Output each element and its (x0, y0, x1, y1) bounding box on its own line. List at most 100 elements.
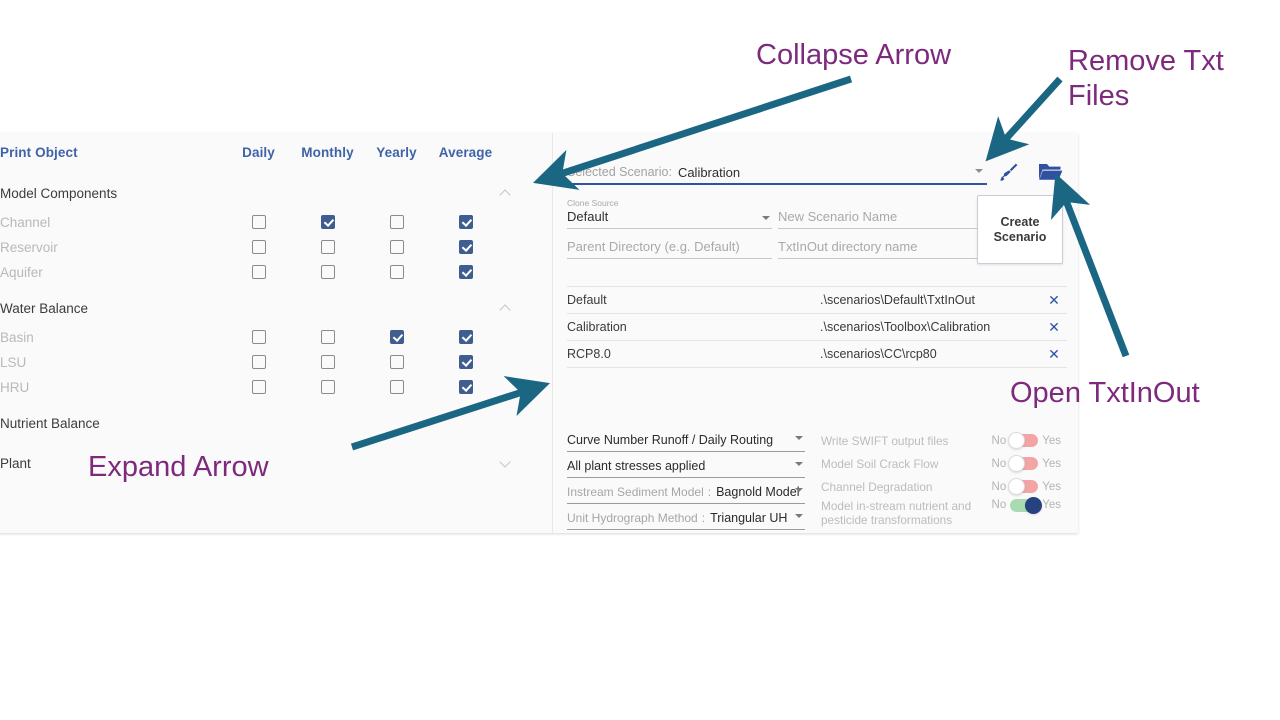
checkbox-aquifer-monthly[interactable] (293, 260, 362, 285)
checkbox-channel-daily[interactable] (224, 210, 293, 235)
close-icon[interactable]: ✕ (1041, 292, 1067, 309)
checkbox-hru-monthly[interactable] (293, 375, 362, 400)
chevron-down-icon (795, 514, 803, 518)
row-label: LSU (0, 355, 27, 370)
selected-scenario-select[interactable]: Selected Scenario: Calibration (567, 161, 987, 185)
toggle-label: Model in-stream nutrient and pesticide t… (821, 499, 972, 527)
checkbox-hru-daily[interactable] (224, 375, 293, 400)
chevron-down-icon (500, 458, 511, 469)
parent-directory-input[interactable]: Parent Directory (e.g. Default) (567, 238, 772, 259)
toggle-row-soil-crack-flow: Model Soil Crack Flow No Yes (821, 453, 1061, 474)
row-label: Basin (0, 330, 34, 345)
unit-hydrograph-method-label: Unit Hydrograph Method (567, 510, 698, 525)
group-label: Water Balance (0, 300, 89, 316)
selected-scenario-value: Calibration (677, 164, 741, 180)
txtinout-directory-wrapper: TxtInOut directory name (778, 238, 979, 259)
table-row: HRU (0, 375, 553, 400)
scenario-path: .\scenarios\CC\rcp80 (820, 347, 937, 361)
group-collapse-toggle-empty (500, 400, 553, 440)
toggle-label: Model Soil Crack Flow (821, 456, 939, 471)
open-txtinout-button[interactable] (1035, 157, 1065, 187)
close-icon[interactable]: ✕ (1041, 319, 1067, 336)
column-header-yearly: Yearly (376, 145, 417, 160)
txtinout-directory-input[interactable]: TxtInOut directory name (778, 238, 979, 259)
checkbox-lsu-monthly[interactable] (293, 350, 362, 375)
toggle-model-soil-crack-flow[interactable] (1008, 454, 1039, 472)
checkbox-basin-average[interactable] (431, 325, 500, 350)
checkbox-hru-average[interactable] (431, 375, 500, 400)
clone-source-label: Clone Source (567, 198, 619, 208)
selected-scenario-label: Selected Scenario: (567, 165, 672, 179)
table-row: LSU (0, 350, 553, 375)
print-object-pane: Print Object Daily Monthly Yearly Averag… (0, 133, 553, 533)
group-collapse-toggle[interactable] (500, 170, 553, 210)
row-label: Channel (0, 215, 51, 230)
model-toggles-block: Write SWIFT output files No Yes Model So… (821, 430, 1061, 531)
toggle-channel-degradation[interactable] (1008, 477, 1039, 495)
remove-txt-files-button[interactable] (994, 157, 1024, 187)
chevron-up-icon (500, 188, 511, 199)
checkbox-basin-daily[interactable] (224, 325, 293, 350)
checkbox-reservoir-average[interactable] (431, 235, 500, 260)
unit-hydrograph-method-select[interactable]: Unit Hydrograph Method : Triangular UH (567, 506, 805, 530)
table-header-row: Print Object Daily Monthly Yearly Averag… (0, 133, 553, 170)
checkbox-channel-average[interactable] (431, 210, 500, 235)
checkbox-lsu-average[interactable] (431, 350, 500, 375)
group-row-water-balance[interactable]: Water Balance (0, 285, 553, 325)
checkbox-aquifer-yearly[interactable] (362, 260, 431, 285)
toggle-no-label: No (991, 434, 1007, 447)
checkbox-reservoir-yearly[interactable] (362, 235, 431, 260)
plant-stress-value: All plant stresses applied (567, 458, 706, 473)
group-row-plant[interactable]: Plant (0, 440, 553, 480)
checkbox-channel-monthly[interactable] (293, 210, 362, 235)
chevron-up-icon (500, 303, 511, 314)
clone-source-select[interactable]: Default (567, 208, 772, 229)
plant-stress-select[interactable]: All plant stresses applied (567, 454, 805, 478)
toggle-no-label: No (991, 480, 1007, 493)
list-item[interactable]: RCP8.0 .\scenarios\CC\rcp80 ✕ (567, 341, 1067, 368)
group-row-model-components[interactable]: Model Components (0, 170, 553, 210)
instream-sediment-model-label: Instream Sediment Model (567, 484, 704, 499)
toggle-instream-nutrient-pesticide[interactable] (1010, 496, 1043, 514)
group-row-nutrient-balance[interactable]: Nutrient Balance (0, 400, 553, 440)
checkbox-aquifer-average[interactable] (431, 260, 500, 285)
toggle-no-label: No (991, 499, 1007, 511)
toggle-yes-label: Yes (1042, 480, 1061, 493)
checkbox-reservoir-monthly[interactable] (293, 235, 362, 260)
txtinout-directory-placeholder: TxtInOut directory name (778, 239, 918, 254)
checkbox-lsu-daily[interactable] (224, 350, 293, 375)
screenshot-root: Print Object Daily Monthly Yearly Averag… (0, 0, 1280, 720)
column-header-average: Average (438, 145, 493, 160)
checkbox-reservoir-daily[interactable] (224, 235, 293, 260)
checkbox-channel-yearly[interactable] (362, 210, 431, 235)
toggle-write-swift-output-files[interactable] (1008, 431, 1039, 449)
clone-source-wrapper: Clone Source Default (567, 198, 772, 229)
chevron-down-icon (795, 488, 803, 492)
column-header-print-object: Print Object (0, 145, 78, 160)
chevron-down-icon (762, 216, 770, 220)
group-expand-toggle[interactable] (500, 440, 553, 480)
list-item[interactable]: Calibration .\scenarios\Toolbox\Calibrat… (567, 314, 1067, 341)
instream-sediment-model-select[interactable]: Instream Sediment Model : Bagnold Model (567, 480, 805, 504)
new-scenario-name-input[interactable]: New Scenario Name (778, 208, 979, 229)
checkbox-hru-yearly[interactable] (362, 375, 431, 400)
checkbox-lsu-yearly[interactable] (362, 350, 431, 375)
toggle-row-instream-nutrient: Model in-stream nutrient and pesticide t… (821, 496, 1061, 529)
checkbox-basin-yearly[interactable] (362, 325, 431, 350)
brush-icon (1000, 163, 1018, 181)
toggle-label: Write SWIFT output files (821, 433, 949, 448)
create-scenario-button[interactable]: Create Scenario (977, 195, 1063, 264)
runoff-routing-select[interactable]: Curve Number Runoff / Daily Routing (567, 428, 805, 452)
annotation-expand-arrow: Expand Arrow (88, 451, 269, 483)
scenario-pane: Selected Scenario: Calibration Clone Sou… (553, 133, 1078, 533)
close-icon[interactable]: ✕ (1041, 346, 1067, 363)
group-collapse-toggle[interactable] (500, 285, 553, 325)
print-object-table: Print Object Daily Monthly Yearly Averag… (0, 133, 553, 480)
parent-directory-placeholder: Parent Directory (e.g. Default) (567, 239, 740, 254)
checkbox-basin-monthly[interactable] (293, 325, 362, 350)
selected-scenario-row: Selected Scenario: Calibration (567, 161, 1077, 187)
checkbox-aquifer-daily[interactable] (224, 260, 293, 285)
list-item[interactable]: Default .\scenarios\Default\TxtInOut ✕ (567, 287, 1067, 314)
scenario-name: Default (567, 293, 607, 307)
